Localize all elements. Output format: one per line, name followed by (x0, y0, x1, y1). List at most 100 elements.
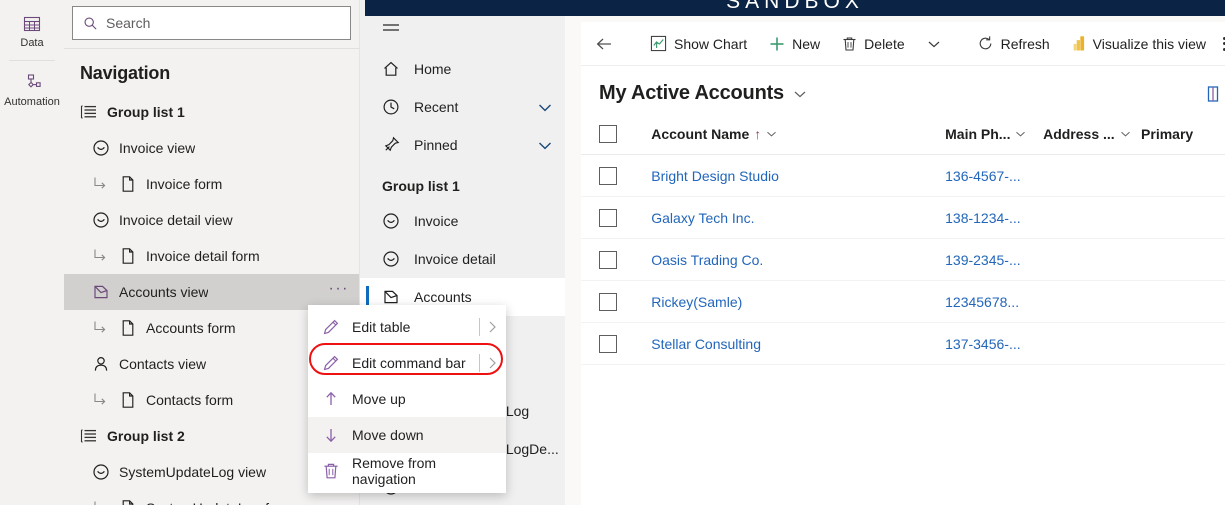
sitemap-item-pinned[interactable]: Pinned (360, 126, 565, 164)
subitem-icon (92, 319, 110, 337)
flow-icon (21, 73, 43, 93)
row-checkbox-cell (599, 334, 651, 353)
chevron-down-icon[interactable] (793, 89, 807, 99)
cell-main-phone[interactable]: 138-1234-... (945, 210, 1043, 226)
refresh-button[interactable]: Refresh (968, 26, 1059, 62)
chevron-down-icon (927, 39, 941, 49)
submenu-divider (479, 318, 480, 336)
form-icon (119, 391, 137, 409)
view-icon (92, 139, 110, 157)
table-row[interactable]: Galaxy Tech Inc. 138-1234-... (581, 197, 1225, 239)
subitem-icon (92, 391, 110, 409)
more-vertical-icon[interactable] (1219, 36, 1225, 51)
pencil-icon (322, 354, 340, 372)
plus-icon (769, 36, 785, 52)
submenu-indicator[interactable] (479, 318, 498, 336)
column-header-account-name-label: Account Name (651, 125, 750, 142)
nav-item-label: Invoice form (146, 176, 223, 192)
rail-item-data[interactable]: Data (0, 8, 64, 58)
context-menu-item-edit-command-bar[interactable]: Edit command bar (308, 345, 506, 381)
column-header-address[interactable]: Address ... (1043, 126, 1141, 142)
search-box[interactable] (72, 6, 351, 40)
rail-divider (9, 60, 55, 61)
context-menu-item-move-up[interactable]: Move up (308, 381, 506, 417)
sitemap-item-label: Accounts (414, 289, 472, 305)
column-header-main-phone[interactable]: Main Ph... (945, 126, 1043, 142)
chevron-down-icon[interactable] (1120, 130, 1131, 138)
context-menu-item-remove-from-navigation[interactable]: Remove from navigation (308, 453, 506, 489)
visualize-view-button[interactable]: Visualize this view (1063, 26, 1215, 62)
nav-item-invoice-detail-view[interactable]: Invoice detail view (64, 202, 359, 238)
back-button[interactable] (587, 26, 623, 62)
main-padding: Show Chart New Delete Refresh Visualize … (565, 16, 1225, 505)
row-checkbox-cell (599, 208, 651, 227)
table-row[interactable]: Oasis Trading Co. 139-2345-... (581, 239, 1225, 281)
sitemap-item-recent[interactable]: Recent (360, 88, 565, 126)
context-menu-item-edit-table[interactable]: Edit table (308, 309, 506, 345)
subitem-icon (92, 499, 110, 505)
column-header-primary[interactable]: Primary (1141, 126, 1225, 142)
context-menu: Edit table Edit command bar Move up Move… (308, 305, 506, 493)
nav-item-more-button[interactable]: ··· (329, 281, 349, 300)
account-name-link[interactable]: Stellar Consulting (651, 336, 761, 352)
account-name-link[interactable]: Oasis Trading Co. (651, 252, 763, 268)
pencil-icon (322, 318, 340, 336)
chevron-down-icon[interactable] (1015, 130, 1026, 138)
pin-icon (382, 136, 400, 154)
context-menu-item-move-down[interactable]: Move down (308, 417, 506, 453)
table-row[interactable]: Stellar Consulting 137-3456-... (581, 323, 1225, 365)
group-list-icon (80, 103, 98, 121)
refresh-icon (977, 35, 994, 52)
sitemap-group-group-list-1: Group list 1 (382, 178, 460, 194)
app-rail: Data Automation (0, 0, 64, 505)
sitemap-item-label: Invoice detail (414, 251, 496, 267)
table-row[interactable]: Bright Design Studio 136-4567-... (581, 155, 1225, 197)
delete-button[interactable]: Delete (833, 26, 913, 62)
cell-main-phone[interactable]: 139-2345-... (945, 252, 1043, 268)
sitemap-item-home[interactable]: Home (360, 50, 565, 88)
sitemap-item-invoice[interactable]: Invoice (360, 202, 565, 240)
new-button[interactable]: New (760, 26, 829, 62)
page-title: Navigation (80, 63, 171, 83)
cell-main-phone[interactable]: 136-4567-... (945, 168, 1043, 184)
row-checkbox-cell (599, 166, 651, 185)
sitemap-item-label: Invoice (414, 213, 459, 229)
command-overflow-chevron[interactable] (918, 26, 950, 62)
sitemap-item-label: Home (414, 61, 452, 77)
select-all-checkbox[interactable] (599, 124, 617, 143)
table-row[interactable]: Rickey(Samle) 12345678... (581, 281, 1225, 323)
form-icon (119, 247, 137, 265)
nav-item-label: Invoice view (119, 140, 196, 156)
chevron-down-icon[interactable] (766, 130, 777, 138)
table-icon (22, 14, 42, 34)
sitemap-item-label: Pinned (414, 137, 458, 153)
submenu-indicator[interactable] (479, 354, 498, 372)
edit-columns-icon[interactable] (1205, 85, 1225, 103)
arrow-down-icon (322, 426, 340, 444)
account-name-link[interactable]: Rickey(Samle) (651, 294, 742, 310)
view-icon (382, 250, 400, 268)
column-header-account-name[interactable]: Account Name ↑ (651, 126, 945, 142)
account-name-link[interactable]: Bright Design Studio (651, 168, 779, 184)
row-checkbox[interactable] (599, 250, 617, 269)
nav-item-group-list-1[interactable]: Group list 1 (64, 94, 359, 130)
nav-item-label: Accounts view (119, 284, 209, 300)
row-checkbox[interactable] (599, 166, 617, 185)
row-checkbox[interactable] (599, 292, 617, 311)
hamburger-icon[interactable] (360, 14, 565, 50)
rail-item-automation[interactable]: Automation (0, 67, 64, 117)
cell-main-phone[interactable]: 12345678... (945, 294, 1043, 310)
view-selector-label[interactable]: My Active Accounts (599, 82, 784, 105)
cell-main-phone[interactable]: 137-3456-... (945, 336, 1043, 352)
nav-item-invoice-detail-form[interactable]: Invoice detail form (64, 238, 359, 274)
chevron-down-icon[interactable] (537, 140, 553, 151)
row-checkbox[interactable] (599, 208, 617, 227)
nav-item-invoice-form[interactable]: Invoice form (64, 166, 359, 202)
sitemap-item-invoice-detail[interactable]: Invoice detail (360, 240, 565, 278)
chevron-down-icon[interactable] (537, 102, 553, 113)
search-input[interactable] (106, 15, 340, 31)
account-name-link[interactable]: Galaxy Tech Inc. (651, 210, 754, 226)
show-chart-button[interactable]: Show Chart (641, 26, 756, 62)
nav-item-invoice-view[interactable]: Invoice view (64, 130, 359, 166)
row-checkbox[interactable] (599, 334, 617, 353)
